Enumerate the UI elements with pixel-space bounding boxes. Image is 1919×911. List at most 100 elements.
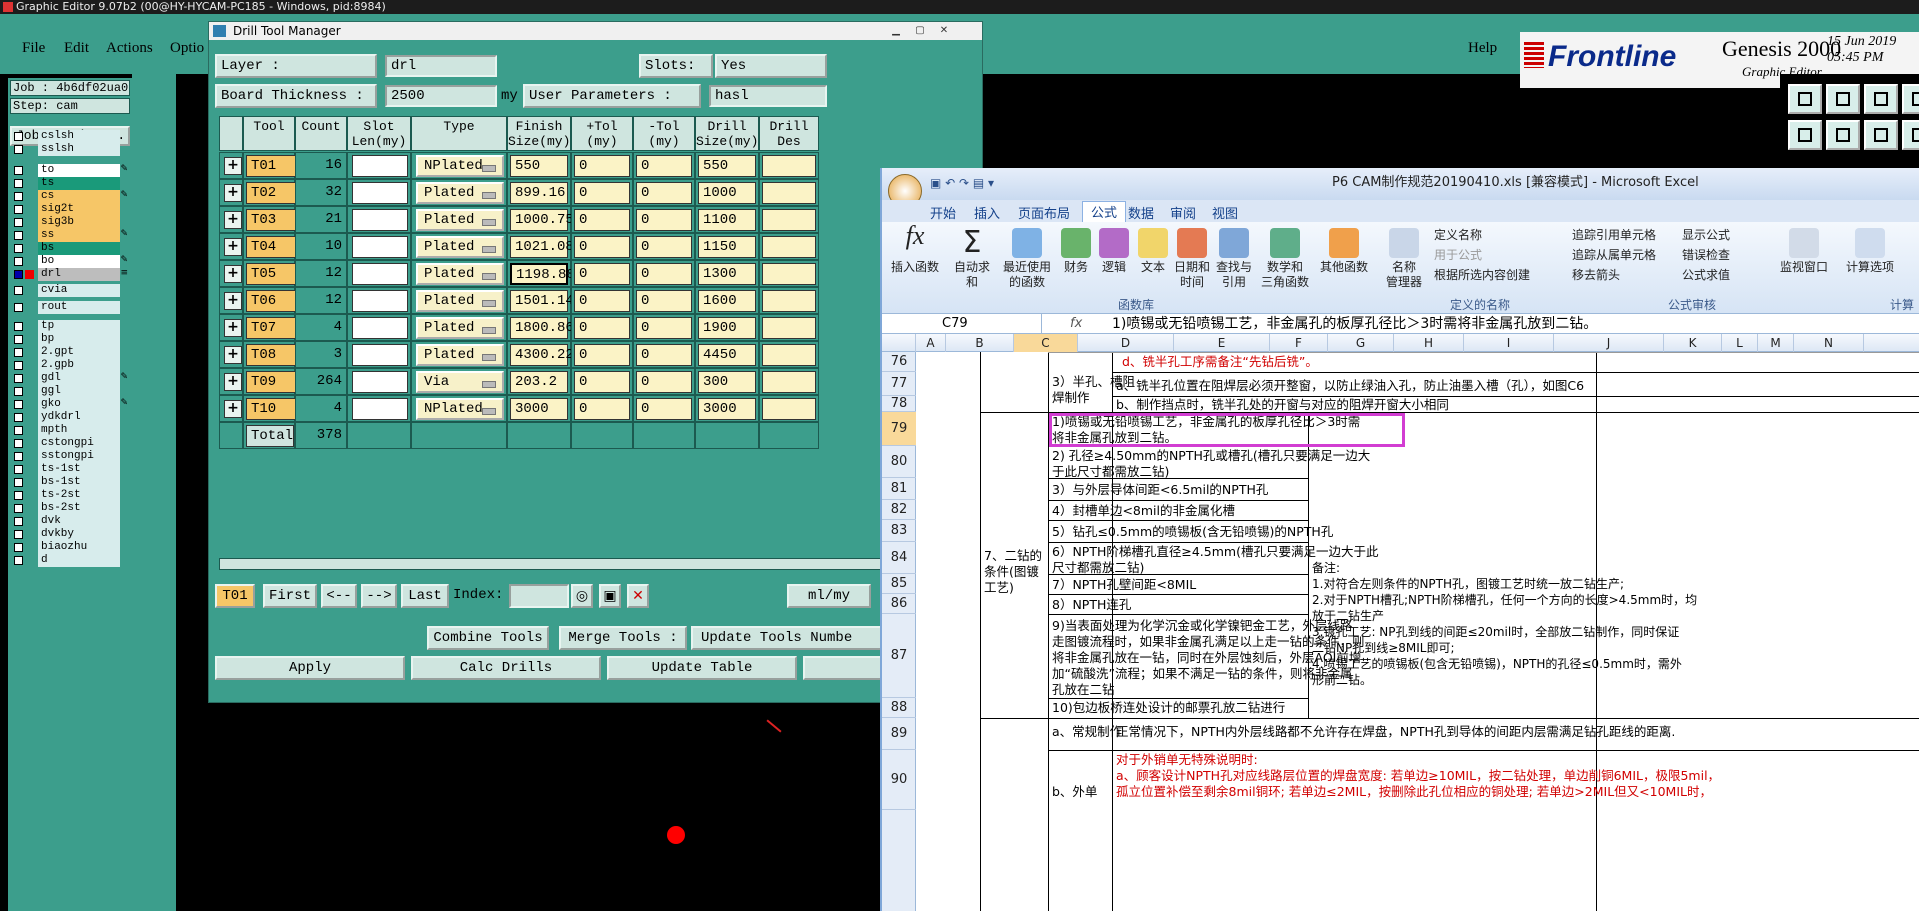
drill-size-field[interactable]: 1100	[698, 209, 756, 231]
column-header-F[interactable]: F	[1270, 334, 1328, 352]
define-name-button[interactable]: 定义名称	[1434, 226, 1482, 243]
ntol-size-field[interactable]: 0	[636, 371, 692, 393]
ntol-size-field[interactable]: 0	[636, 209, 692, 231]
drill-des-field[interactable]	[762, 344, 816, 366]
layer-checkbox[interactable]	[14, 303, 23, 312]
ntol-size-field[interactable]: 0	[636, 155, 692, 177]
update-table-button[interactable]: Update Table	[607, 656, 797, 680]
user-params-button[interactable]: User Parameters :	[523, 84, 701, 108]
column-header-J[interactable]: J	[1554, 334, 1664, 352]
layer-gko[interactable]: gko ✎	[10, 398, 130, 411]
drill-size-field[interactable]: 3000	[698, 398, 756, 420]
menu-file[interactable]: File	[22, 40, 45, 57]
layer-gdl[interactable]: gdl ✎	[10, 372, 130, 385]
layer-checkbox[interactable]	[14, 257, 23, 266]
name-manager-button[interactable]: 名称 管理器	[1382, 228, 1426, 290]
download-icon[interactable]	[1826, 84, 1860, 114]
ptol-size-field[interactable]: 0	[574, 398, 630, 420]
ntol-size-field[interactable]: 0	[636, 236, 692, 258]
trace-precedents-button[interactable]: 追踪引用单元格	[1572, 226, 1656, 243]
layer-field[interactable]: drl	[385, 55, 497, 77]
layer-cstongpi[interactable]: cstongpi	[10, 437, 130, 450]
layer-ts[interactable]: ts	[10, 177, 130, 190]
drill-size-field[interactable]: 1150	[698, 236, 756, 258]
expand-icon[interactable]: +	[224, 265, 242, 283]
quick-access-toolbar[interactable]: ▣ ↶ ↷ ▤ ▾	[930, 176, 1040, 192]
layer-checkbox[interactable]	[14, 374, 23, 383]
save-icon[interactable]: ▣	[599, 584, 621, 608]
layer-checkbox[interactable]	[14, 270, 34, 279]
expand-icon[interactable]: +	[224, 238, 242, 256]
layer-checkbox[interactable]	[14, 335, 23, 344]
expand-icon[interactable]: +	[224, 319, 242, 337]
column-header-B[interactable]: B	[946, 334, 1014, 352]
delete-icon[interactable]: ✕	[627, 584, 649, 608]
row-header-85[interactable]: 85	[882, 574, 916, 594]
column-header-K[interactable]: K	[1664, 334, 1722, 352]
layer-checkbox[interactable]	[14, 348, 23, 357]
layer-biaozhu[interactable]: biaozhu	[10, 541, 130, 554]
row-header-84[interactable]: 84	[882, 542, 916, 574]
layer-ts-2st[interactable]: ts-2st	[10, 489, 130, 502]
row-header-87[interactable]: 87	[882, 614, 916, 698]
lookup-button[interactable]: 查找与 引用	[1214, 228, 1254, 290]
column-header-M[interactable]: M	[1758, 334, 1794, 352]
layer-checkbox[interactable]	[14, 465, 23, 474]
layer-dvkby[interactable]: dvkby	[10, 528, 130, 541]
autosum-button[interactable]: Σ 自动求和	[950, 228, 994, 290]
layer-bp[interactable]: bp	[10, 333, 130, 346]
layer-2.gpt[interactable]: 2.gpt	[10, 346, 130, 359]
layer-bo[interactable]: bo ✎	[10, 255, 130, 268]
layer-d[interactable]: d	[10, 554, 130, 567]
layer-checkbox[interactable]	[14, 205, 23, 214]
insert-function-button[interactable]: fx 插入函数	[890, 223, 940, 275]
drill-size-field[interactable]: 1600	[698, 290, 756, 312]
expand-icon[interactable]: +	[224, 400, 242, 418]
thickness-field[interactable]: 2500	[385, 85, 497, 107]
row-header-81[interactable]: 81	[882, 478, 916, 500]
finish-size-field[interactable]: 899.16	[510, 182, 568, 204]
column-header-C[interactable]: C	[1014, 334, 1078, 352]
ribbon-tab-1[interactable]: 插入	[974, 203, 1000, 222]
layer-mpth[interactable]: mpth	[10, 424, 130, 437]
drill-des-field[interactable]	[762, 398, 816, 420]
expand-icon[interactable]: +	[224, 346, 242, 364]
finish-size-field[interactable]: 1000.75	[510, 209, 574, 231]
layer-checkbox[interactable]	[14, 322, 23, 331]
column-header-G[interactable]: G	[1328, 334, 1394, 352]
trace-dependents-button[interactable]: 追踪从属单元格	[1572, 246, 1656, 263]
ribbon-tab-5[interactable]: 审阅	[1170, 203, 1196, 222]
finish-size-field[interactable]: 1800.86	[510, 317, 574, 339]
slot-length-field[interactable]	[352, 371, 408, 393]
expand-icon[interactable]: +	[224, 157, 242, 175]
drill-des-field[interactable]	[762, 182, 816, 204]
row-header-86[interactable]: 86	[882, 594, 916, 614]
drill-des-field[interactable]	[762, 155, 816, 177]
user-params-field[interactable]: hasl	[709, 85, 827, 107]
row-header-77[interactable]: 77	[882, 372, 916, 396]
layer-checkbox[interactable]	[14, 361, 23, 370]
layer-to[interactable]: to ✎	[10, 164, 130, 177]
slots-dropdown[interactable]: Yes	[715, 54, 827, 78]
layer-checkbox[interactable]	[14, 231, 23, 240]
ptol-size-field[interactable]: 0	[574, 263, 630, 285]
select-all-corner[interactable]	[882, 334, 916, 352]
minimize-icon[interactable]: ▁	[887, 24, 905, 38]
ribbon-tab-6[interactable]: 视图	[1212, 203, 1238, 222]
slot-length-field[interactable]	[352, 398, 408, 420]
financial-button[interactable]: 财务	[1058, 228, 1094, 275]
frame-icon[interactable]	[1902, 84, 1919, 114]
expand-icon[interactable]: +	[224, 292, 242, 310]
column-header-A[interactable]: A	[916, 334, 946, 352]
layer-ggl[interactable]: ggl	[10, 385, 130, 398]
layer-checkbox[interactable]	[14, 145, 23, 154]
menu-edit[interactable]: Edit	[64, 40, 89, 57]
type-dropdown[interactable]: Plated	[416, 236, 504, 258]
worksheet-grid[interactable]: d、铣半孔工序需备注“先钻后铣”。 3）半孔、槽阻 焊制作 a、铣半孔位置在阻焊…	[916, 352, 1919, 911]
ptol-size-field[interactable]: 0	[574, 155, 630, 177]
drill-des-field[interactable]	[762, 263, 816, 285]
row-header-82[interactable]: 82	[882, 500, 916, 520]
ntol-size-field[interactable]: 0	[636, 263, 692, 285]
layer-2.gpb[interactable]: 2.gpb	[10, 359, 130, 372]
prev-button[interactable]: <--	[321, 584, 357, 608]
